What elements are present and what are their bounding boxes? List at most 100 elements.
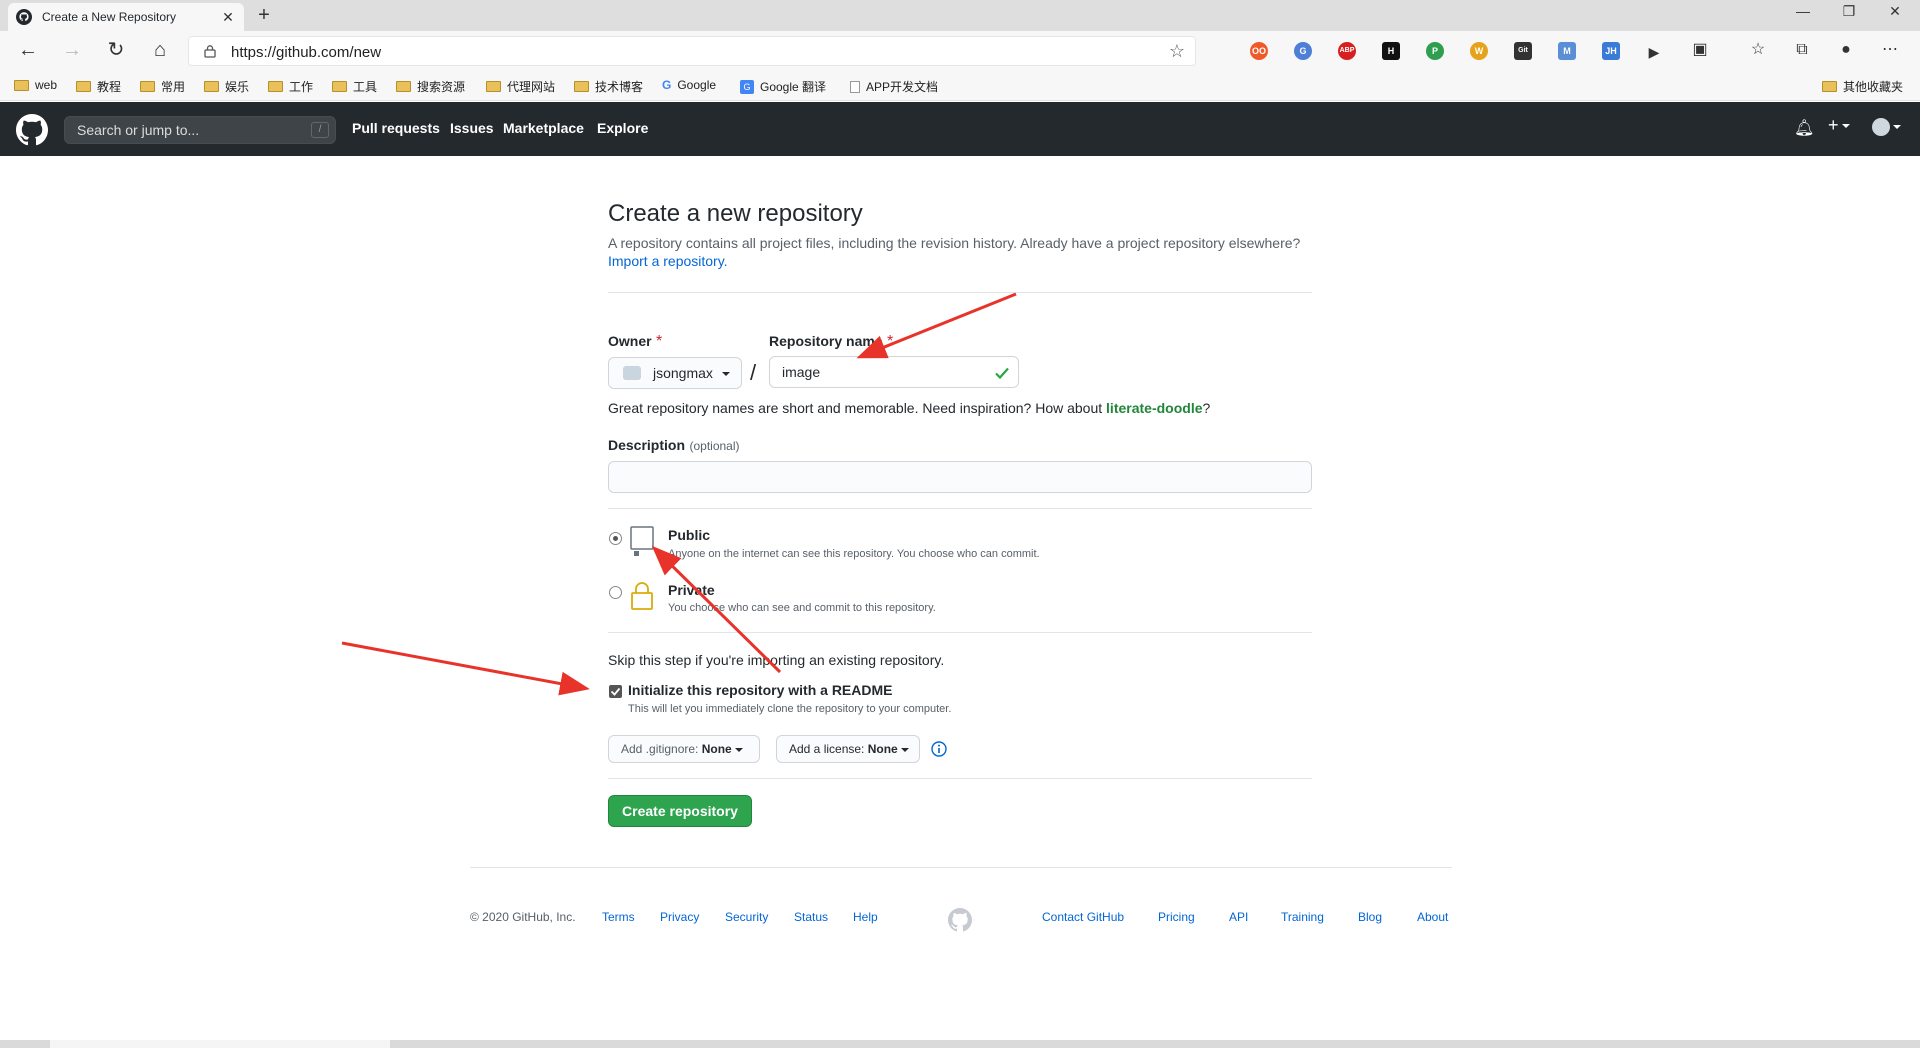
repo-name-label: Repository name * — [769, 333, 894, 350]
extension-icon[interactable]: JH — [1602, 42, 1620, 60]
github-favicon-icon — [16, 9, 32, 25]
extension-icon[interactable]: W — [1470, 42, 1488, 60]
description-input[interactable] — [608, 461, 1312, 493]
adblock-icon[interactable]: ABP — [1338, 42, 1356, 60]
create-new-plus-icon[interactable]: + — [1828, 115, 1850, 136]
footer-link-blog[interactable]: Blog — [1358, 910, 1382, 924]
notifications-bell-icon[interactable]: 🔔︎ — [1794, 118, 1814, 138]
bookmark-folder[interactable]: 娱乐 — [204, 78, 249, 95]
repo-name-hint: Great repository names are short and mem… — [608, 400, 1211, 416]
extension-icon[interactable]: G — [1294, 42, 1312, 60]
google-translate-icon: G — [740, 79, 754, 94]
optional-note: (optional) — [689, 439, 740, 453]
more-menu-icon[interactable]: ⋯ — [1876, 39, 1904, 63]
owner-select[interactable]: jsongmax — [608, 357, 742, 389]
license-label: Add a license: — [789, 742, 865, 756]
address-bar[interactable]: https://github.com/new ☆ — [188, 36, 1196, 66]
nav-marketplace[interactable]: Marketplace — [503, 120, 584, 136]
footer-link-contact[interactable]: Contact GitHub — [1042, 910, 1124, 924]
favorites-list-icon[interactable]: ☆ — [1744, 39, 1772, 63]
footer-copyright: © 2020 GitHub, Inc. — [470, 910, 576, 924]
window-close-icon[interactable]: ✕ — [1872, 0, 1918, 24]
folder-icon — [1822, 81, 1837, 92]
home-icon[interactable]: ⌂ — [146, 39, 174, 63]
required-mark: * — [887, 333, 894, 350]
footer-github-logo-icon[interactable] — [948, 908, 972, 932]
public-radio[interactable] — [609, 532, 622, 545]
nav-explore[interactable]: Explore — [597, 120, 648, 136]
extension-icon[interactable]: OO — [1250, 42, 1268, 60]
bookmark-folder[interactable]: web — [14, 78, 57, 92]
github-header: Search or jump to... / Pull requests Iss… — [0, 102, 1920, 156]
minimize-icon[interactable]: — — [1780, 0, 1826, 24]
cursor-extension-icon[interactable]: ▶ — [1640, 41, 1668, 65]
footer-link-privacy[interactable]: Privacy — [660, 910, 699, 924]
profile-icon[interactable]: ● — [1832, 39, 1860, 63]
valid-check-icon — [995, 367, 1009, 380]
public-description: Anyone on the internet can see this repo… — [668, 548, 1040, 560]
reader-icon[interactable]: ▣ — [1686, 39, 1714, 63]
extension-icon[interactable]: P — [1426, 42, 1444, 60]
bookmark-folder[interactable]: 教程 — [76, 78, 121, 95]
restore-icon[interactable]: ❐ — [1826, 0, 1872, 24]
license-select[interactable]: Add a license: None — [776, 735, 920, 763]
tab-close-icon[interactable]: ✕ — [220, 9, 236, 26]
new-tab-button[interactable]: + — [252, 4, 276, 26]
bookmark-page[interactable]: APP开发文档 — [850, 78, 938, 95]
footer-link-help[interactable]: Help — [853, 910, 878, 924]
suggested-name[interactable]: literate-doodle — [1106, 400, 1202, 416]
folder-icon — [76, 81, 91, 92]
refresh-icon[interactable]: ↻ — [102, 39, 130, 63]
bookmark-label: 常用 — [161, 80, 186, 94]
collections-icon[interactable]: ⧉ — [1788, 39, 1816, 63]
required-mark: * — [656, 333, 663, 350]
info-icon[interactable] — [931, 741, 947, 757]
footer-link-api[interactable]: API — [1229, 910, 1248, 924]
forward-icon[interactable]: → — [58, 39, 86, 63]
nav-issues[interactable]: Issues — [450, 120, 494, 136]
scrollbar-thumb[interactable] — [50, 1040, 390, 1048]
bookmark-google-translate[interactable]: G Google 翻译 — [740, 78, 826, 95]
bookmark-label: web — [35, 78, 58, 92]
bookmark-folder[interactable]: 工作 — [268, 78, 313, 95]
footer-link-terms[interactable]: Terms — [602, 910, 635, 924]
footer-link-about[interactable]: About — [1417, 910, 1448, 924]
user-avatar[interactable] — [1872, 118, 1901, 136]
repository-name-input[interactable]: image — [769, 356, 1019, 388]
bookmark-folder[interactable]: 技术博客 — [574, 78, 643, 95]
bookmark-folder[interactable]: 代理网站 — [486, 78, 555, 95]
footer-link-status[interactable]: Status — [794, 910, 828, 924]
extension-icon[interactable]: M — [1558, 42, 1576, 60]
bookmark-label: APP开发文档 — [866, 80, 939, 94]
import-repository-link[interactable]: Import a repository. — [608, 253, 728, 269]
bookmark-folder[interactable]: 常用 — [140, 78, 185, 95]
bookmark-folder[interactable]: 搜索资源 — [396, 78, 465, 95]
github-logo-icon[interactable] — [16, 114, 48, 146]
repo-name-value: image — [782, 364, 821, 380]
bookmark-folder[interactable]: 工具 — [332, 78, 377, 95]
bookmark-google[interactable]: G Google — [662, 78, 716, 92]
google-icon: G — [662, 78, 672, 92]
favorite-star-icon[interactable]: ☆ — [1169, 41, 1185, 62]
footer-link-security[interactable]: Security — [725, 910, 768, 924]
back-icon[interactable]: ← — [14, 39, 42, 63]
horizontal-scrollbar[interactable] — [0, 1040, 1920, 1048]
folder-icon — [268, 81, 283, 92]
readme-checkbox[interactable] — [609, 685, 622, 698]
create-repository-button[interactable]: Create repository — [608, 795, 752, 827]
gitignore-select[interactable]: Add .gitignore: None — [608, 735, 760, 763]
bookmark-other-folder[interactable]: 其他收藏夹 — [1822, 78, 1903, 95]
extension-icon[interactable]: H — [1382, 42, 1400, 60]
footer-link-training[interactable]: Training — [1281, 910, 1324, 924]
nav-pull-requests[interactable]: Pull requests — [352, 120, 440, 136]
footer-link-pricing[interactable]: Pricing — [1158, 910, 1195, 924]
bookmark-label: 教程 — [97, 80, 122, 94]
browser-tab[interactable]: Create a New Repository ✕ — [8, 3, 244, 31]
extension-icon[interactable]: Git — [1514, 42, 1532, 60]
private-radio[interactable] — [609, 586, 622, 599]
search-input[interactable]: Search or jump to... / — [64, 116, 336, 144]
tab-title: Create a New Repository — [42, 10, 177, 24]
readme-label[interactable]: Initialize this repository with a README — [628, 682, 892, 698]
url-text: https://github.com/new — [231, 44, 382, 61]
lead-text: A repository contains all project files,… — [608, 235, 1301, 251]
